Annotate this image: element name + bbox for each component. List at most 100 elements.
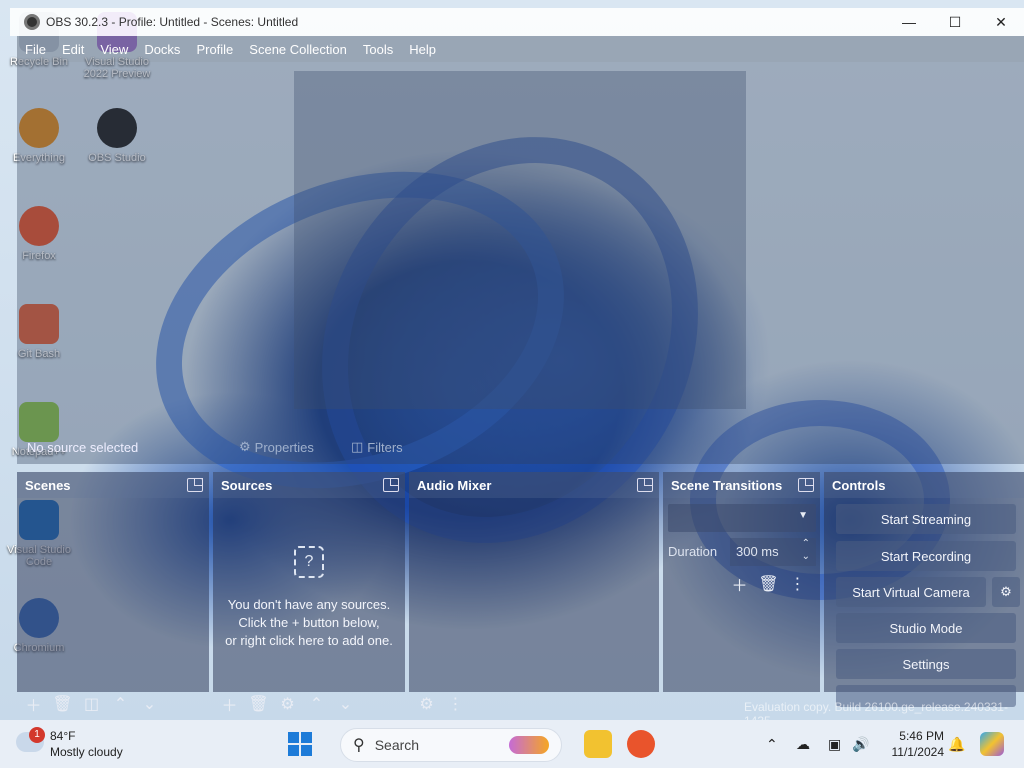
close-icon: ✕ [995, 13, 1007, 30]
sources-list[interactable] [213, 498, 405, 692]
plus-icon: ＋ [731, 578, 748, 595]
start-recording-button[interactable]: Start Recording [836, 541, 1016, 571]
start-virtual-camera-button[interactable]: Start Virtual Camera [836, 577, 986, 607]
audio-mixer-area[interactable] [409, 498, 659, 692]
no-source-label: No source selected [27, 439, 139, 455]
move-scene-down-button[interactable]: ⌄ [135, 692, 164, 716]
more-vertical-icon: ⋮ [789, 576, 806, 593]
weather-badge: 1 [29, 727, 45, 743]
menu-file[interactable]: File [25, 42, 46, 57]
chevron-down-icon: ▼ [798, 510, 808, 521]
question-mark-icon: ? [294, 546, 324, 578]
duration-value: 300 ms [736, 544, 779, 559]
studio-mode-button[interactable]: Studio Mode [836, 613, 1016, 643]
menu-tools[interactable]: Tools [363, 42, 393, 57]
taskbar-search[interactable]: ⚲ Search [340, 728, 562, 762]
weather-widget[interactable]: 84°F Mostly cloudy [50, 728, 123, 760]
maximize-icon: ☐ [948, 13, 962, 30]
start-streaming-button[interactable]: Start Streaming [836, 504, 1016, 534]
gear-icon: ⚙ [239, 439, 251, 454]
minimize-icon: — [902, 14, 916, 30]
move-source-up-button[interactable]: ⌃ [302, 692, 331, 716]
undock-icon[interactable] [383, 478, 399, 492]
gear-icon: ⚙ [1000, 584, 1012, 599]
filters-icon: ◫ [83, 696, 100, 713]
preview-canvas[interactable] [294, 71, 746, 409]
chevron-up-icon: ⌃ [309, 696, 324, 713]
gear-icon: ⚙ [280, 696, 295, 713]
transition-select[interactable]: ▼ [668, 504, 816, 532]
onedrive-icon[interactable]: ☁ [796, 736, 810, 753]
clock-time: 5:46 PM [899, 729, 944, 743]
trash-icon: 🗑 [758, 576, 779, 593]
chevron-up-icon: ⌃ [113, 696, 128, 713]
scenes-dock-header: Scenes [17, 472, 209, 498]
clock[interactable]: 5:46 PM 11/1/2024 [884, 728, 945, 760]
scene-filters-button[interactable]: ◫ [77, 692, 106, 716]
search-highlight-icon [509, 736, 549, 754]
chevron-up-icon[interactable]: ⌃ [802, 538, 810, 549]
sources-empty-message: You don't have any sources. Click the + … [212, 596, 406, 650]
menu-help[interactable]: Help [409, 42, 436, 57]
advanced-audio-button[interactable]: ⚙ [412, 692, 441, 716]
settings-button[interactable]: Settings [836, 649, 1016, 679]
plus-icon: ＋ [221, 698, 238, 715]
notification-bell-icon[interactable]: 🔔 [948, 736, 965, 753]
add-scene-button[interactable]: ＋ [19, 692, 48, 716]
filters-icon: ◫ [351, 439, 364, 454]
menu-docks[interactable]: Docks [144, 42, 180, 57]
scenes-toolbar: ＋ 🗑 ◫ ⌃ ⌄ [19, 690, 164, 718]
virtual-camera-settings-button[interactable]: ⚙ [992, 577, 1020, 607]
network-icon[interactable]: ▣ [828, 736, 841, 753]
undock-icon[interactable] [798, 478, 814, 492]
start-button[interactable] [288, 732, 312, 756]
sources-empty-line: Click the + button below, [238, 615, 380, 630]
close-button[interactable]: ✕ [978, 8, 1024, 36]
minimize-button[interactable]: — [886, 8, 932, 36]
chevron-down-icon: ⌄ [338, 696, 353, 713]
remove-transition-button[interactable]: 🗑 [754, 572, 783, 596]
source-properties-button[interactable]: ⚙ [273, 692, 302, 716]
scenes-list[interactable] [17, 498, 209, 692]
menu-bar: File Edit View Docks Profile Scene Colle… [17, 36, 1024, 62]
plus-icon: ＋ [25, 698, 42, 715]
properties-button[interactable]: ⚙ Properties [239, 439, 314, 455]
scenes-dock: Scenes [17, 472, 209, 692]
maximize-button[interactable]: ☐ [932, 8, 978, 36]
undock-icon[interactable] [187, 478, 203, 492]
title-bar[interactable]: OBS 30.2.3 - Profile: Untitled - Scenes:… [10, 8, 1024, 36]
firefox-taskbar-icon[interactable] [627, 730, 655, 758]
undock-icon[interactable] [637, 478, 653, 492]
volume-icon[interactable]: 🔊 [852, 736, 869, 753]
chevron-up-icon[interactable]: ⌃ [766, 736, 778, 753]
remove-source-button[interactable]: 🗑 [244, 692, 273, 716]
menu-profile[interactable]: Profile [196, 42, 233, 57]
copilot-icon[interactable] [980, 732, 1004, 756]
scene-transitions-title: Scene Transitions [671, 477, 783, 493]
add-transition-button[interactable]: ＋ [725, 572, 754, 596]
duration-spinbox[interactable]: 300 ms ⌃ ⌄ [730, 538, 816, 566]
controls-dock-header: Controls [824, 472, 1024, 498]
add-source-button[interactable]: ＋ [215, 692, 244, 716]
menu-view[interactable]: View [100, 42, 128, 57]
window-title: OBS 30.2.3 - Profile: Untitled - Scenes:… [46, 15, 299, 29]
filters-button[interactable]: ◫ Filters [351, 439, 403, 455]
audio-mixer-title: Audio Mixer [417, 477, 492, 493]
menu-edit[interactable]: Edit [62, 42, 84, 57]
transition-menu-button[interactable]: ⋮ [783, 572, 812, 596]
filters-label: Filters [367, 439, 403, 455]
file-explorer-icon[interactable] [584, 730, 612, 758]
menu-scene-collection[interactable]: Scene Collection [249, 42, 347, 57]
sources-title: Sources [221, 477, 273, 493]
windows-logo-icon [288, 732, 299, 743]
audio-mixer-menu-button[interactable]: ⋮ [441, 692, 470, 716]
transition-toolbar: ＋ 🗑 ⋮ [725, 572, 812, 596]
move-scene-up-button[interactable]: ⌃ [106, 692, 135, 716]
scenes-title: Scenes [25, 477, 71, 493]
source-context-bar: No source selected ⚙ Properties ◫ Filter… [17, 430, 1024, 464]
sources-empty-line: or right click here to add one. [225, 633, 393, 648]
duration-label: Duration [668, 544, 718, 559]
remove-scene-button[interactable]: 🗑 [48, 692, 77, 716]
chevron-down-icon[interactable]: ⌄ [802, 551, 810, 562]
move-source-down-button[interactable]: ⌄ [331, 692, 360, 716]
